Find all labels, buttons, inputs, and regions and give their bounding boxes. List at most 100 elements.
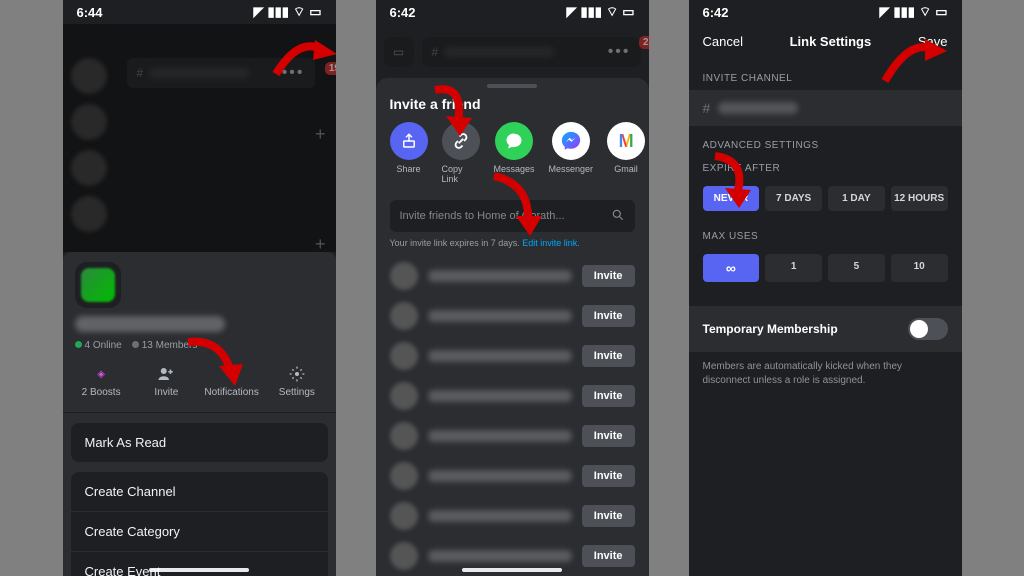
friend-row: Invite bbox=[376, 496, 649, 536]
wifi-icon: ⌔ bbox=[606, 4, 618, 20]
gear-icon bbox=[288, 365, 306, 383]
server-sheet: 4 Online 13 Members ◈ 2 Boosts Invite No… bbox=[63, 252, 336, 576]
battery-icon: ▭ bbox=[935, 4, 947, 20]
temp-membership-row[interactable]: Temporary Membership bbox=[689, 306, 962, 352]
max-uses-5[interactable]: 5 bbox=[828, 254, 885, 282]
action-label: 2 Boosts bbox=[82, 387, 121, 398]
notifications-button[interactable]: Notifications bbox=[202, 365, 262, 398]
boosts-button[interactable]: ◈ 2 Boosts bbox=[71, 365, 131, 398]
server-avatar[interactable] bbox=[75, 262, 121, 308]
create-category-item[interactable]: Create Category bbox=[71, 512, 328, 552]
settings-button[interactable]: Settings bbox=[267, 365, 327, 398]
signal-icon: ▮▮▮ bbox=[894, 4, 915, 20]
create-event-item[interactable]: Create Event bbox=[71, 552, 328, 576]
max-uses-10[interactable]: 10 bbox=[891, 254, 948, 282]
cancel-button[interactable]: Cancel bbox=[703, 34, 743, 49]
create-channel-item[interactable]: Create Channel bbox=[71, 472, 328, 512]
modal-header: Cancel Link Settings Save bbox=[689, 24, 962, 59]
share-label: Share bbox=[396, 164, 420, 174]
share-label: Messenger bbox=[549, 164, 594, 174]
messenger-button[interactable]: Messenger bbox=[549, 122, 594, 184]
hash-icon: # bbox=[703, 100, 711, 116]
expire-note: Your invite link expires in 7 days. Edit… bbox=[376, 236, 649, 256]
screenshot-2: 6:42 ◤ ▮▮▮ ⌔ ▭ ▭ # ••• 2 Invite a friend… bbox=[376, 0, 649, 576]
friend-row: Invite bbox=[376, 416, 649, 456]
channel-name bbox=[718, 102, 798, 114]
expire-7days[interactable]: 7 DAYS bbox=[765, 186, 822, 211]
wifi-icon: ⌔ bbox=[293, 4, 305, 20]
add-icon[interactable]: + bbox=[315, 124, 326, 145]
invite-button[interactable]: Invite bbox=[582, 505, 635, 527]
action-label: Settings bbox=[279, 387, 315, 398]
gmail-icon: M bbox=[607, 122, 645, 160]
link-icon bbox=[442, 122, 480, 160]
boost-icon: ◈ bbox=[92, 365, 110, 383]
location-icon: ◤ bbox=[880, 4, 890, 20]
server-icon[interactable] bbox=[71, 104, 107, 140]
invite-button[interactable]: Invite bbox=[582, 345, 635, 367]
bell-icon bbox=[223, 365, 241, 383]
server-background: # ••• 194 + + bbox=[63, 24, 336, 252]
server-status: 4 Online 13 Members bbox=[75, 340, 324, 351]
status-icons: ◤ ▮▮▮ ⌔ ▭ bbox=[254, 4, 322, 20]
friend-row: Invite bbox=[376, 296, 649, 336]
invite-button[interactable]: Invite bbox=[582, 545, 635, 567]
section-label: INVITE CHANNEL bbox=[689, 59, 962, 90]
max-uses-infinite[interactable]: ∞ bbox=[703, 254, 760, 282]
chat-icon[interactable]: ▭ bbox=[384, 37, 414, 67]
screenshot-3: 6:42 ◤ ▮▮▮ ⌔ ▭ Cancel Link Settings Save… bbox=[689, 0, 962, 576]
location-icon: ◤ bbox=[254, 4, 264, 20]
invite-button[interactable]: Invite bbox=[582, 305, 635, 327]
gmail-button[interactable]: M Gmail bbox=[607, 122, 645, 184]
status-bar: 6:44 ◤ ▮▮▮ ⌔ ▭ bbox=[63, 0, 336, 24]
max-uses-segment: ∞ 1 5 10 bbox=[689, 248, 962, 288]
location-icon: ◤ bbox=[567, 4, 577, 20]
invite-button[interactable]: Invite bbox=[582, 385, 635, 407]
expire-12hours[interactable]: 12 HOURS bbox=[891, 186, 948, 211]
invite-sheet: Invite a friend Share Copy Link Messages bbox=[376, 78, 649, 576]
signal-icon: ▮▮▮ bbox=[581, 4, 602, 20]
more-icon[interactable]: ••• bbox=[608, 43, 631, 61]
edit-invite-link[interactable]: Edit invite link. bbox=[522, 238, 580, 248]
expire-never[interactable]: NEVER bbox=[703, 186, 760, 211]
copy-link-button[interactable]: Copy Link bbox=[442, 122, 480, 184]
max-uses-1[interactable]: 1 bbox=[765, 254, 822, 282]
server-icon[interactable] bbox=[71, 58, 107, 94]
action-label: Notifications bbox=[204, 387, 258, 398]
share-icon bbox=[390, 122, 428, 160]
expire-label: EXPIRE AFTER bbox=[689, 157, 962, 180]
invite-icon bbox=[157, 365, 175, 383]
search-input[interactable]: Invite friends to Home of Gorath... bbox=[390, 200, 635, 232]
invite-button[interactable]: Invite bbox=[582, 425, 635, 447]
toggle-switch[interactable] bbox=[908, 318, 948, 340]
invite-button[interactable]: Invite bbox=[582, 265, 635, 287]
battery-icon: ▭ bbox=[309, 4, 321, 20]
invite-button[interactable]: Invite bbox=[136, 365, 196, 398]
save-button[interactable]: Save bbox=[918, 34, 948, 49]
server-icon[interactable] bbox=[71, 150, 107, 186]
server-icon[interactable] bbox=[71, 196, 107, 232]
share-button[interactable]: Share bbox=[390, 122, 428, 184]
mark-as-read-item[interactable]: Mark As Read bbox=[71, 423, 328, 462]
expire-1day[interactable]: 1 DAY bbox=[828, 186, 885, 211]
invite-button[interactable]: Invite bbox=[582, 465, 635, 487]
page-title: Link Settings bbox=[790, 34, 872, 49]
temp-membership-desc: Members are automatically kicked when th… bbox=[689, 352, 962, 396]
wifi-icon: ⌔ bbox=[919, 4, 931, 20]
friend-row: Invite bbox=[376, 456, 649, 496]
more-icon[interactable]: ••• bbox=[282, 64, 305, 82]
status-time: 6:44 bbox=[77, 5, 103, 20]
messages-button[interactable]: Messages bbox=[494, 122, 535, 184]
max-uses-label: MAX USES bbox=[689, 217, 962, 248]
battery-icon: ▭ bbox=[622, 4, 634, 20]
status-icons: ◤ ▮▮▮ ⌔ ▭ bbox=[880, 4, 948, 20]
server-name bbox=[75, 316, 225, 332]
invite-channel-row[interactable]: # bbox=[689, 90, 962, 126]
status-bar: 6:42 ◤ ▮▮▮ ⌔ ▭ bbox=[689, 0, 962, 24]
signal-icon: ▮▮▮ bbox=[268, 4, 289, 20]
messages-icon bbox=[495, 122, 533, 160]
status-bar: 6:42 ◤ ▮▮▮ ⌔ ▭ bbox=[376, 0, 649, 24]
channel-header[interactable]: # ••• bbox=[127, 58, 315, 88]
channel-pill[interactable]: # ••• bbox=[422, 37, 641, 67]
share-label: Gmail bbox=[614, 164, 638, 174]
